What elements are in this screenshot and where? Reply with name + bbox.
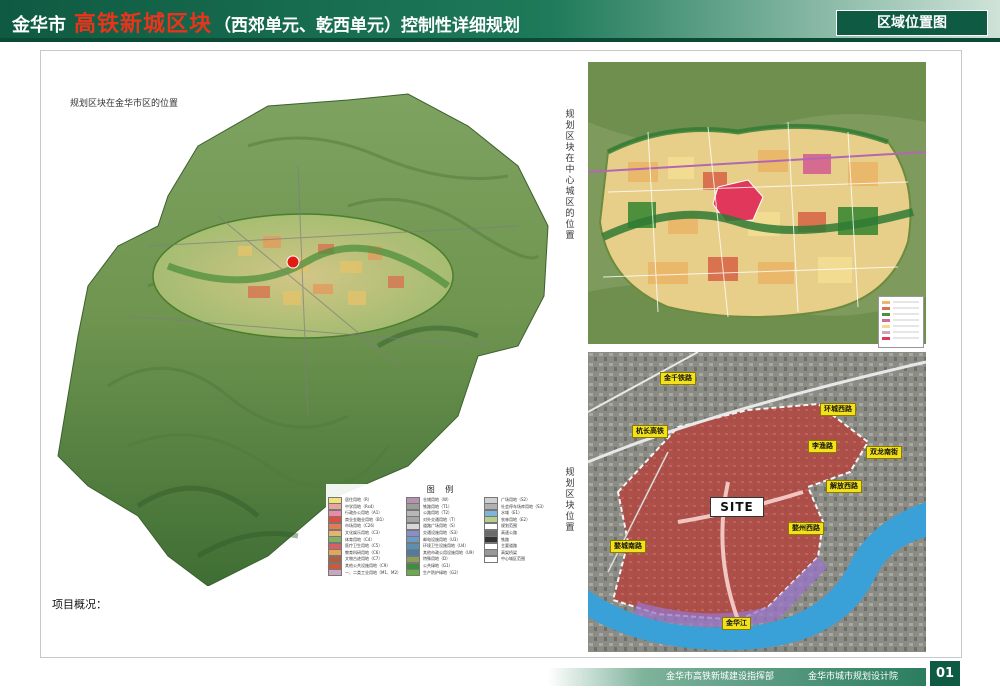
title-highlight: 高铁新城区块	[74, 12, 213, 37]
legend-title: 图 例	[426, 485, 458, 494]
legend-swatch	[484, 555, 498, 563]
road-tag-wuzhou-west: 婺州西路	[788, 522, 824, 535]
mini-legend	[878, 296, 924, 348]
road-tag-huancheng-west: 环城西路	[820, 403, 856, 416]
footer-bar: 金华市高铁新城建设指挥部 金华市城市规划设计院	[548, 668, 926, 686]
legend-item: 中心城区范围	[484, 555, 525, 563]
center-city-map	[588, 62, 926, 344]
page-title: 金华市 高铁新城区块 （西郊单元、乾西单元）控制性详细规划	[12, 6, 521, 37]
site-marker	[286, 255, 300, 269]
legend-item: 一、二类工业用地（M1、M2）	[328, 569, 401, 577]
road-tag-jiefang-west: 解放西路	[826, 480, 862, 493]
road-tag-shuanglong-south: 双龙南街	[866, 446, 902, 459]
mini-legend-swatches	[882, 301, 919, 340]
road-tag-hangchang-hsr: 杭长高铁	[632, 425, 668, 438]
legend-panel: 图 例 居住用地（R） 中学用地（Rs4） 行政办公用地（A1） 商业金融业用地（B1…	[326, 484, 558, 577]
caption-regional: 规划区块在金华市区的位置	[70, 99, 179, 109]
section-badge: 区域位置图	[836, 10, 988, 36]
legend-item: 生产防护绿地（G2）	[406, 569, 461, 577]
project-overview-label: 项目概况：	[52, 598, 107, 611]
caption-site: 规划区块位置	[565, 468, 575, 533]
road-tag-wucheng-south: 婺城南路	[610, 540, 646, 553]
road-tag-jinhua-river: 金华江	[722, 617, 751, 630]
page-number: 01	[930, 661, 960, 686]
legend-label: 一、二类工业用地（M1、M2）	[345, 569, 401, 575]
road-tag-jinqian-railway: 金千铁路	[660, 372, 696, 385]
road-tag-liyu-road: 李渔路	[808, 440, 837, 453]
caption-center-city: 规划区块在中心城区的位置	[565, 110, 575, 241]
header-strip	[0, 38, 1000, 42]
title-rest: （西郊单元、乾西单元）控制性详细规划	[214, 16, 521, 36]
legend-swatch	[406, 569, 420, 577]
legend-label: 中心城区范围	[501, 556, 525, 562]
title-city: 金华市	[12, 15, 66, 36]
site-label: SITE	[710, 497, 764, 517]
header-bar: 金华市 高铁新城区块 （西郊单元、乾西单元）控制性详细规划 区域位置图	[0, 0, 1000, 42]
footer-org-2: 金华市城市规划设计院	[808, 672, 899, 682]
legend-swatch	[328, 569, 342, 577]
legend-label: 生产防护绿地（G2）	[423, 569, 461, 575]
footer-org-1: 金华市高铁新城建设指挥部	[666, 672, 775, 682]
